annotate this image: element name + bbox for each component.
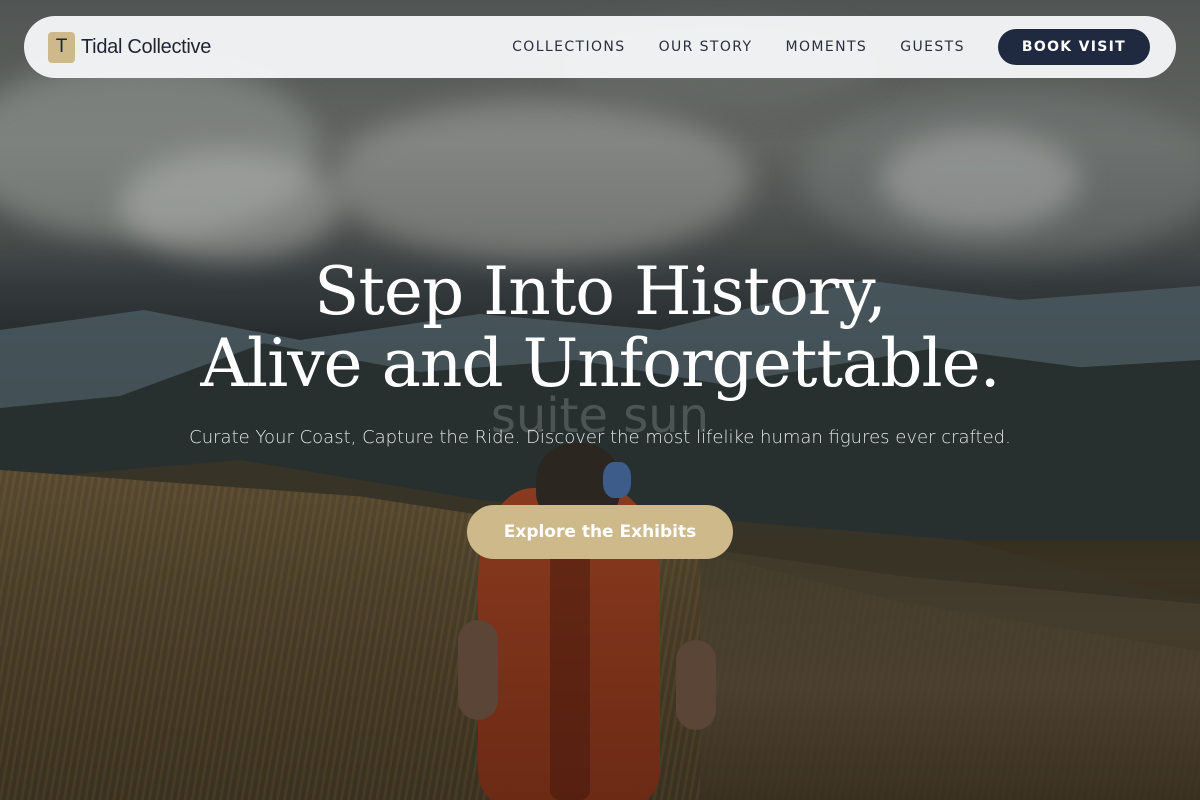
hiker-arm-right xyxy=(676,640,716,730)
brand-name: Tidal Collective xyxy=(81,35,212,58)
brand-logo[interactable]: T Tidal Collective xyxy=(48,31,212,63)
explore-exhibits-button[interactable]: Explore the Exhibits xyxy=(467,505,733,559)
background-cloud xyxy=(880,130,1080,230)
nav-link-moments[interactable]: MOMENTS xyxy=(785,39,867,55)
background-cloud xyxy=(120,150,340,260)
hero-title: Step Into History, Alive and Unforgettab… xyxy=(0,256,1200,400)
hero-title-line-1: Step Into History, xyxy=(314,253,887,330)
hero-subtitle: Curate Your Coast, Capture the Ride. Dis… xyxy=(189,427,1011,448)
nav-link-guests[interactable]: GUESTS xyxy=(900,39,965,55)
top-navigation: T Tidal Collective COLLECTIONS OUR STORY… xyxy=(24,16,1176,78)
nav-link-our-story[interactable]: OUR STORY xyxy=(659,39,753,55)
nav-link-collections[interactable]: COLLECTIONS xyxy=(512,39,625,55)
hiker-arm-left xyxy=(458,620,498,720)
book-visit-button[interactable]: BOOK VISIT xyxy=(997,29,1150,65)
nav-links: COLLECTIONS OUR STORY MOMENTS GUESTS BOO… xyxy=(512,29,1150,65)
hiker-cap xyxy=(603,462,631,498)
brand-mark-icon: T xyxy=(48,31,75,63)
hero-section: T Tidal Collective COLLECTIONS OUR STORY… xyxy=(0,0,1200,800)
background-cloud xyxy=(330,100,750,260)
